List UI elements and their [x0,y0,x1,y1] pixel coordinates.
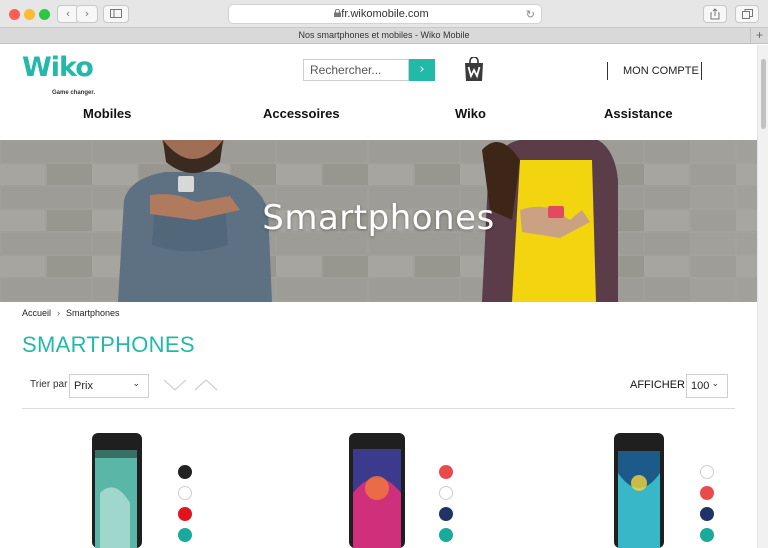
reload-icon[interactable]: ↻ [526,6,535,24]
share-icon [710,8,720,20]
chevron-down-icon: ⌄ [711,379,719,389]
tabs-icon [741,9,753,19]
new-tab-button[interactable]: + [750,28,768,43]
menu-item-wiko[interactable]: Wiko [455,106,486,121]
color-swatch[interactable] [178,486,192,500]
search-submit-button[interactable]: › [409,59,435,81]
sidebar-toggle-button[interactable] [103,5,129,23]
display-count-value: 100 [691,380,710,392]
menu-item-mobiles[interactable]: Mobiles [83,106,131,121]
web-page: Wiko Game changer. Rechercher... › MON C… [0,45,757,548]
breadcrumb-separator-icon: › [57,308,61,318]
shopping-bag-icon[interactable] [464,57,484,82]
hero-banner: Smartphones [0,140,757,302]
url-text: fr.wikomobile.com [341,8,429,20]
color-swatch[interactable] [439,465,453,479]
chevron-down-icon: ⌄ [132,379,140,389]
browser-titlebar: ‹ › fr.wikomobile.com ↻ [0,0,768,28]
account-link[interactable]: MON COMPTE [607,62,702,80]
sort-descending-icon[interactable] [163,379,187,391]
sort-ascending-icon[interactable] [194,379,218,391]
breadcrumb-current: Smartphones [66,308,120,318]
tabs-overview-button[interactable] [735,5,759,23]
divider [701,62,702,80]
display-count-label: AFFICHER: [630,379,689,391]
display-count-select[interactable]: 100 ⌄ [686,374,728,398]
color-swatch[interactable] [700,507,714,521]
color-swatch[interactable] [178,528,192,542]
tab-title[interactable]: Nos smartphones et mobiles - Wiko Mobile [298,30,469,40]
product-image[interactable] [612,433,667,548]
color-swatch[interactable] [439,528,453,542]
breadcrumb-home[interactable]: Accueil [22,308,51,318]
menu-item-accessoires[interactable]: Accessoires [263,106,340,121]
chevron-right-icon: › [419,62,425,77]
color-swatch[interactable] [700,486,714,500]
share-button[interactable] [703,5,727,23]
color-swatch[interactable] [700,528,714,542]
logo-text: Wiko [22,52,94,83]
tab-bar: Nos smartphones et mobiles - Wiko Mobile… [0,28,768,44]
forward-button[interactable]: › [76,5,98,23]
page-title: SMARTPHONES [22,332,195,357]
hero-title: Smartphones [262,198,495,238]
address-bar[interactable]: fr.wikomobile.com ↻ [228,4,542,24]
sidebar-icon [110,9,122,18]
color-swatch[interactable] [178,507,192,521]
wiko-logo[interactable]: Wiko Game changer. [22,52,97,97]
menu-item-assistance[interactable]: Assistance [604,106,673,121]
logo-tagline: Game changer. [52,90,96,96]
page-scrollbar[interactable] [757,45,768,548]
sort-select[interactable]: Prix ⌄ [69,374,149,398]
divider [22,408,735,409]
breadcrumb: Accueil › Smartphones [22,308,120,318]
sort-selected-value: Prix [74,380,93,392]
lock-icon [334,9,341,17]
color-swatch[interactable] [700,465,714,479]
color-swatch[interactable] [439,486,453,500]
product-image[interactable] [347,433,407,548]
account-label: MON COMPTE [623,65,699,77]
close-window-button[interactable] [9,9,20,20]
color-swatch[interactable] [439,507,453,521]
minimize-window-button[interactable] [24,9,35,20]
product-image[interactable] [90,433,145,548]
search-input[interactable]: Rechercher... [303,59,409,81]
scrollbar-thumb[interactable] [761,59,766,129]
zoom-window-button[interactable] [39,9,50,20]
color-swatch[interactable] [178,465,192,479]
sort-label: Trier par [30,379,68,390]
